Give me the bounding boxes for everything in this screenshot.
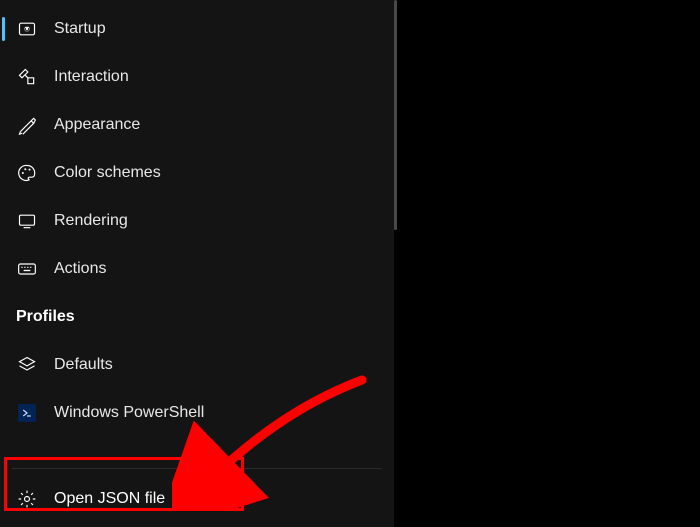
sidebar-item-label: Rendering <box>54 212 128 230</box>
sidebar-item-interaction[interactable]: Interaction <box>0 53 394 101</box>
rendering-icon <box>16 210 38 232</box>
open-json-label: Open JSON file <box>54 490 165 508</box>
sidebar-nav: Startup Interaction Appearance <box>0 0 394 437</box>
defaults-icon <box>16 354 38 376</box>
interaction-icon <box>16 66 38 88</box>
actions-icon <box>16 258 38 280</box>
color-schemes-icon <box>16 162 38 184</box>
sidebar-item-label: Interaction <box>54 68 129 86</box>
sidebar-item-appearance[interactable]: Appearance <box>0 101 394 149</box>
sidebar-item-label: Defaults <box>54 356 113 374</box>
appearance-icon <box>16 114 38 136</box>
sidebar-item-rendering[interactable]: Rendering <box>0 197 394 245</box>
sidebar-item-label: Appearance <box>54 116 140 134</box>
sidebar-item-label: Startup <box>54 20 106 38</box>
sidebar-item-defaults[interactable]: Defaults <box>0 341 394 389</box>
powershell-icon <box>18 404 36 422</box>
open-json-file-button[interactable]: Open JSON file <box>0 471 394 527</box>
sidebar-item-powershell[interactable]: Windows PowerShell <box>0 389 394 437</box>
sidebar-item-actions[interactable]: Actions <box>0 245 394 293</box>
separator <box>12 468 382 469</box>
sidebar-item-color-schemes[interactable]: Color schemes <box>0 149 394 197</box>
sidebar-item-label: Windows PowerShell <box>54 404 204 422</box>
settings-sidebar: Startup Interaction Appearance <box>0 0 394 527</box>
scrollbar[interactable] <box>394 0 397 230</box>
sidebar-item-startup[interactable]: Startup <box>0 5 394 53</box>
section-header-profiles: Profiles <box>0 293 394 341</box>
sidebar-item-label: Actions <box>54 260 106 278</box>
sidebar-item-label: Color schemes <box>54 164 161 182</box>
gear-icon <box>16 488 38 510</box>
sidebar-bottom: Open JSON file <box>0 468 394 527</box>
startup-icon <box>16 18 38 40</box>
